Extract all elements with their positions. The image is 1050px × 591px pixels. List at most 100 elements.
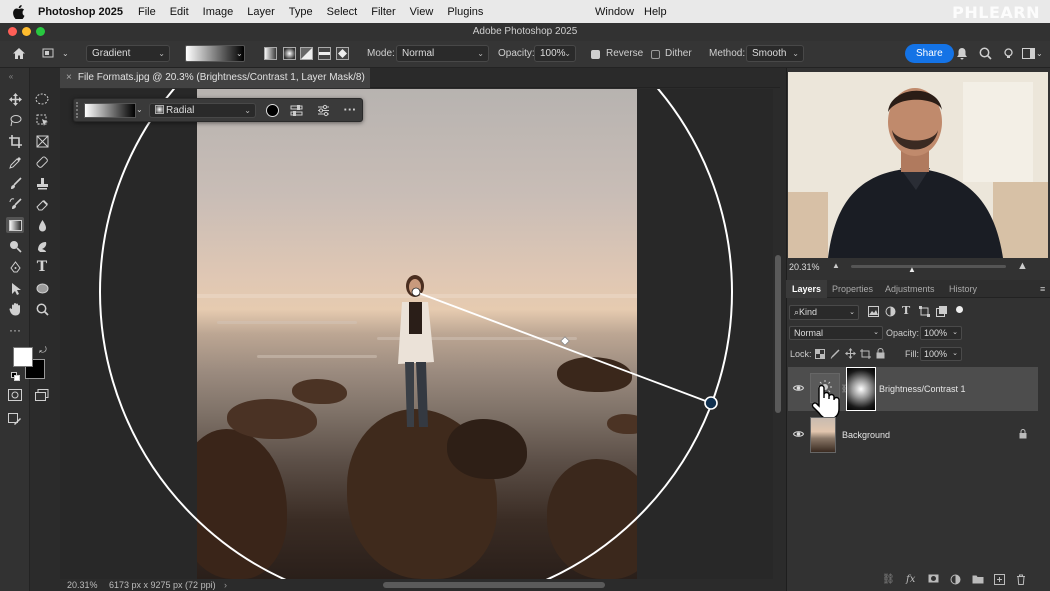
gradient-preset-dropdown[interactable]: Gradient ⌄ [86, 45, 170, 62]
menu-plugins[interactable]: Plugins [447, 6, 483, 18]
marquee-tool-icon[interactable] [33, 91, 51, 107]
fill-input[interactable]: 100% ⌄ [920, 347, 962, 361]
healing-brush-tool-icon[interactable] [33, 154, 51, 170]
crop-tool-icon[interactable] [6, 133, 24, 149]
tab-adjustments[interactable]: Adjustments [879, 280, 941, 298]
gradient-tool-icon[interactable] [6, 217, 24, 233]
tool-preset-icon[interactable] [40, 45, 56, 61]
move-tool-icon[interactable] [6, 91, 24, 107]
navigator-zoom-value[interactable]: 20.31% [789, 262, 820, 272]
lock-transparent-icon[interactable] [815, 349, 825, 359]
menu-view[interactable]: View [410, 6, 434, 18]
chevron-down-icon[interactable]: ⌄ [1036, 45, 1043, 62]
menu-select[interactable]: Select [327, 6, 358, 18]
trash-icon[interactable] [1016, 574, 1026, 585]
menu-window[interactable]: Window [595, 6, 634, 18]
gradient-preview-swatch[interactable] [84, 103, 136, 118]
layer-name[interactable]: Brightness/Contrast 1 [879, 383, 966, 395]
zoom-out-icon[interactable]: ▲ [832, 261, 840, 270]
type-tool-icon[interactable]: T [33, 259, 51, 275]
smart-object-filter-icon[interactable] [936, 306, 947, 317]
mode-dropdown[interactable]: Normal ⌄ [396, 45, 489, 62]
collapse-toolbar-icon[interactable]: « [2, 68, 20, 84]
type-filter-icon[interactable]: T [902, 304, 910, 317]
quick-mask-icon[interactable] [6, 387, 24, 403]
home-icon[interactable] [11, 45, 27, 61]
chevron-down-icon[interactable]: ⌄ [236, 45, 243, 62]
share-button[interactable]: Share [905, 44, 954, 63]
status-zoom[interactable]: 20.31% [67, 579, 98, 591]
lock-position-icon[interactable] [845, 348, 856, 359]
eyedropper-tool-icon[interactable] [6, 154, 24, 170]
method-dropdown[interactable]: Smooth ⌄ [746, 45, 804, 62]
blend-mode-dropdown[interactable]: Normal ⌄ [789, 326, 883, 340]
radial-gradient-icon[interactable] [281, 45, 297, 61]
object-selection-tool-icon[interactable] [33, 112, 51, 128]
dither-checkbox[interactable] [651, 50, 660, 59]
adjustment-filter-icon[interactable] [885, 306, 896, 317]
pen-tool-icon[interactable] [6, 259, 24, 275]
reverse-checkbox[interactable] [591, 50, 600, 59]
linear-gradient-icon[interactable] [262, 45, 278, 61]
zoom-slider-thumb[interactable]: ▲ [908, 265, 916, 274]
app-menu[interactable]: Photoshop 2025 [38, 6, 123, 18]
lock-all-icon[interactable] [876, 348, 885, 359]
opacity-input[interactable]: 100% ⌄ [534, 45, 576, 62]
edit-toolbar-icon[interactable] [6, 411, 24, 427]
tab-properties[interactable]: Properties [826, 280, 879, 298]
diamond-gradient-icon[interactable] [334, 45, 350, 61]
menu-help[interactable]: Help [644, 6, 667, 18]
navigator-zoom-slider[interactable] [851, 265, 1006, 268]
close-tab-icon[interactable]: × [66, 72, 72, 83]
angle-gradient-icon[interactable] [298, 45, 314, 61]
history-brush-tool-icon[interactable] [6, 196, 24, 212]
layer-style-icon[interactable]: fx [906, 574, 915, 585]
eye-icon[interactable] [793, 384, 804, 392]
color-stop-icon[interactable] [266, 104, 279, 117]
lasso-tool-icon[interactable] [6, 112, 24, 128]
eraser-tool-icon[interactable] [33, 196, 51, 212]
new-layer-icon[interactable] [994, 574, 1005, 585]
tab-history[interactable]: History [943, 280, 983, 298]
add-mask-icon[interactable] [928, 574, 939, 583]
menu-type[interactable]: Type [289, 6, 313, 18]
more-tools-icon[interactable]: ··· [6, 322, 24, 338]
lightbulb-icon[interactable] [1000, 45, 1016, 61]
menu-filter[interactable]: Filter [371, 6, 395, 18]
gradient-editor-icon[interactable] [288, 102, 304, 118]
layer-row-background[interactable]: Background [788, 413, 1038, 457]
document-photo[interactable] [197, 89, 637, 579]
blur-tool-icon[interactable] [33, 217, 51, 233]
foreground-color-swatch[interactable] [13, 347, 33, 367]
chevron-down-icon[interactable]: ⌄ [136, 103, 143, 117]
workspace-icon[interactable] [1020, 45, 1036, 61]
tab-layers[interactable]: Layers [786, 280, 828, 298]
layer-row-brightness-contrast[interactable]: ⛓ Brightness/Contrast 1 [788, 367, 1038, 420]
eye-icon[interactable] [793, 430, 804, 438]
hand-tool-icon[interactable] [6, 301, 24, 317]
bell-icon[interactable] [954, 45, 970, 61]
drag-handle-icon[interactable] [76, 102, 79, 118]
filter-toggle-icon[interactable] [956, 306, 963, 313]
pixel-filter-icon[interactable] [868, 306, 879, 317]
gradient-end-handle[interactable] [704, 396, 718, 410]
screen-mode-icon[interactable] [33, 387, 51, 403]
new-group-icon[interactable] [972, 574, 984, 584]
zoom-in-icon[interactable]: ▲ [1017, 260, 1028, 272]
sliders-icon[interactable] [315, 102, 331, 118]
link-layers-icon[interactable]: ⛓ [882, 574, 895, 585]
clone-stamp-tool-icon[interactable] [33, 175, 51, 191]
ellipse-tool-icon[interactable] [33, 280, 51, 296]
swap-colors-icon[interactable]: ⤾ [37, 345, 49, 355]
smudge-tool-icon[interactable] [33, 238, 51, 254]
layer-mask-thumbnail[interactable] [846, 367, 876, 411]
frame-tool-icon[interactable] [33, 133, 51, 149]
shape-filter-icon[interactable] [919, 306, 930, 317]
gradient-type-dropdown[interactable]: Radial ⌄ [149, 103, 256, 118]
horizontal-scrollbar[interactable] [383, 582, 605, 588]
path-selection-tool-icon[interactable] [6, 280, 24, 296]
menu-image[interactable]: Image [203, 6, 234, 18]
menu-layer[interactable]: Layer [247, 6, 275, 18]
menu-edit[interactable]: Edit [170, 6, 189, 18]
new-adjustment-icon[interactable] [950, 574, 961, 585]
